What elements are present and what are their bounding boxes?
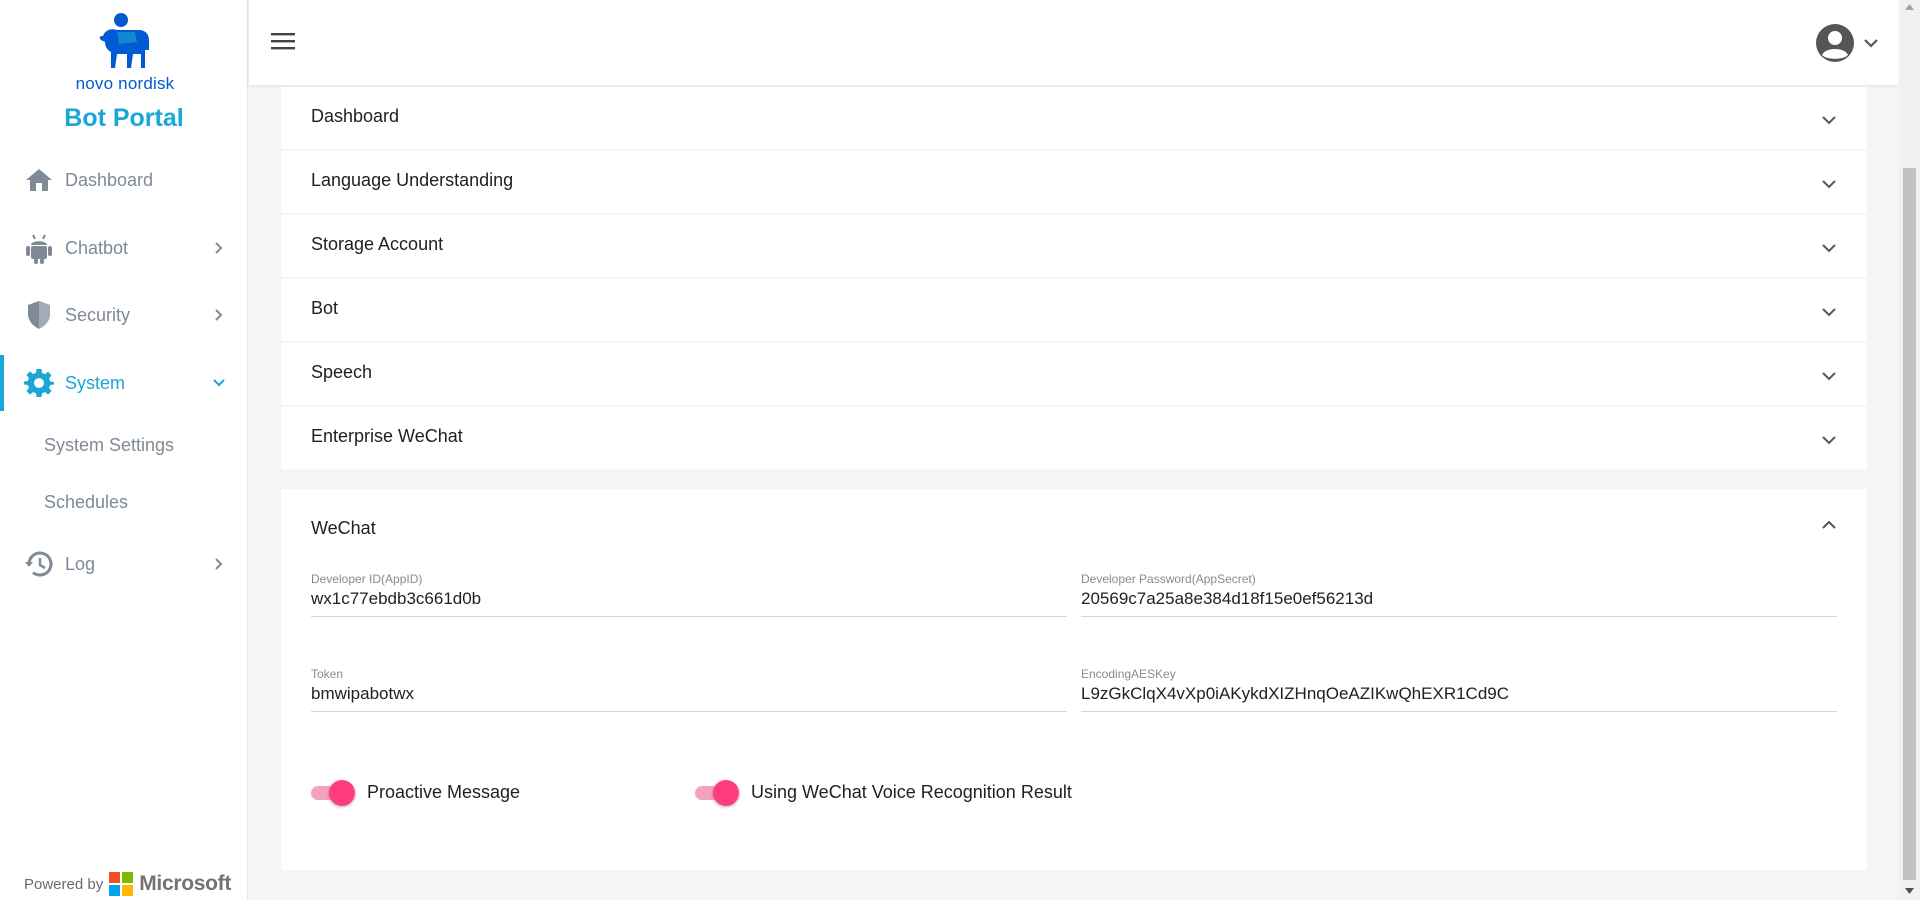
panel-title: Enterprise WeChat bbox=[311, 426, 463, 446]
sidebar-item-log[interactable]: Log bbox=[0, 536, 248, 592]
sidebar-item-system[interactable]: System bbox=[0, 355, 248, 411]
home-icon bbox=[24, 165, 54, 195]
sidebar: novo nordisk Bot Portal Dashboard Chatbo… bbox=[0, 0, 248, 900]
panel-title: Bot bbox=[311, 298, 339, 318]
user-avatar-icon[interactable] bbox=[1815, 23, 1855, 63]
chevron-down-icon bbox=[1822, 372, 1836, 381]
logo-text: novo nordisk bbox=[75, 74, 175, 93]
app-title: Bot Portal bbox=[64, 104, 184, 132]
toggle-switch[interactable] bbox=[695, 779, 739, 806]
history-icon bbox=[24, 549, 54, 579]
panel-wechat: WeChat Developer ID(AppID) Developer Pas… bbox=[281, 489, 1867, 870]
bull-logo-icon bbox=[99, 13, 149, 68]
app-id-input[interactable] bbox=[311, 586, 1067, 617]
toggle-label: Using WeChat Voice Recognition Result bbox=[751, 782, 1072, 802]
panel-dashboard[interactable]: Dashboard bbox=[281, 87, 1867, 149]
sidebar-item-chatbot[interactable]: Chatbot bbox=[0, 220, 248, 276]
novo-nordisk-logo[interactable]: novo nordisk bbox=[70, 10, 180, 94]
microsoft-text: Microsoft bbox=[139, 872, 232, 895]
app-id-field: Developer ID(AppID) bbox=[311, 572, 1067, 617]
sidebar-item-dashboard[interactable]: Dashboard bbox=[0, 152, 248, 208]
page-scrollbar[interactable] bbox=[1899, 0, 1920, 900]
field-label: Token bbox=[311, 667, 344, 681]
toggle-switch[interactable] bbox=[311, 779, 355, 806]
voice-recognition-toggle[interactable]: Using WeChat Voice Recognition Result bbox=[695, 779, 1072, 806]
chevron-down-icon bbox=[1822, 244, 1836, 253]
gear-icon bbox=[24, 368, 54, 398]
app-secret-field: Developer Password(AppSecret) bbox=[1081, 572, 1837, 617]
chevron-down-icon bbox=[1822, 180, 1836, 189]
encoding-aes-key-field: EncodingAESKey bbox=[1081, 667, 1837, 712]
app-secret-input[interactable] bbox=[1081, 586, 1837, 617]
field-label: Developer Password(AppSecret) bbox=[1081, 572, 1256, 586]
chevron-down-icon bbox=[1822, 436, 1836, 445]
microsoft-logo-icon bbox=[109, 872, 134, 896]
chevron-down-icon[interactable] bbox=[1863, 35, 1879, 51]
token-input[interactable] bbox=[311, 681, 1067, 712]
panel-title: Storage Account bbox=[311, 234, 444, 254]
chevron-right-icon bbox=[215, 242, 223, 254]
powered-by-label: Powered by bbox=[24, 875, 104, 893]
hamburger-menu-icon[interactable] bbox=[271, 31, 295, 51]
sidebar-subitem-schedules[interactable]: Schedules bbox=[44, 492, 128, 513]
android-icon bbox=[24, 233, 54, 264]
toggle-label: Proactive Message bbox=[367, 782, 521, 802]
scroll-down-arrow-icon[interactable] bbox=[1905, 888, 1914, 894]
chevron-down-icon bbox=[1822, 308, 1836, 317]
sidebar-item-label: System bbox=[65, 372, 126, 393]
panel-title: Language Understanding bbox=[311, 170, 514, 190]
panel-title: Speech bbox=[311, 362, 373, 382]
field-label: Developer ID(AppID) bbox=[311, 572, 423, 586]
panel-title: WeChat bbox=[311, 518, 376, 538]
scrollbar-thumb[interactable] bbox=[1903, 168, 1916, 880]
panel-enterprise-wechat[interactable]: Enterprise WeChat bbox=[281, 407, 1867, 469]
sidebar-item-label: Security bbox=[65, 304, 131, 325]
chevron-up-icon[interactable] bbox=[1821, 517, 1837, 533]
chevron-right-icon bbox=[215, 558, 223, 570]
sidebar-item-security[interactable]: Security bbox=[0, 287, 248, 343]
chevron-right-icon bbox=[215, 309, 223, 321]
sidebar-item-label: Chatbot bbox=[65, 237, 129, 258]
chevron-down-icon bbox=[1822, 116, 1836, 125]
panel-speech[interactable]: Speech bbox=[281, 343, 1867, 405]
chevron-down-icon bbox=[213, 379, 225, 387]
token-field: Token bbox=[311, 667, 1067, 712]
panel-language-understanding[interactable]: Language Understanding bbox=[281, 151, 1867, 213]
sidebar-item-label: Log bbox=[65, 553, 96, 574]
proactive-message-toggle[interactable]: Proactive Message bbox=[311, 779, 521, 806]
sidebar-item-label: Dashboard bbox=[65, 169, 154, 190]
scroll-up-arrow-icon[interactable] bbox=[1905, 4, 1914, 10]
sidebar-subitem-system-settings[interactable]: System Settings bbox=[44, 435, 174, 456]
panel-title: Dashboard bbox=[311, 106, 400, 126]
field-label: EncodingAESKey bbox=[1081, 667, 1176, 681]
panel-storage-account[interactable]: Storage Account bbox=[281, 215, 1867, 277]
powered-by: Powered by Microsoft bbox=[24, 872, 231, 896]
encoding-aes-key-input[interactable] bbox=[1081, 681, 1837, 712]
shield-icon bbox=[24, 300, 54, 330]
panel-bot[interactable]: Bot bbox=[281, 279, 1867, 341]
top-bar bbox=[249, 0, 1899, 85]
